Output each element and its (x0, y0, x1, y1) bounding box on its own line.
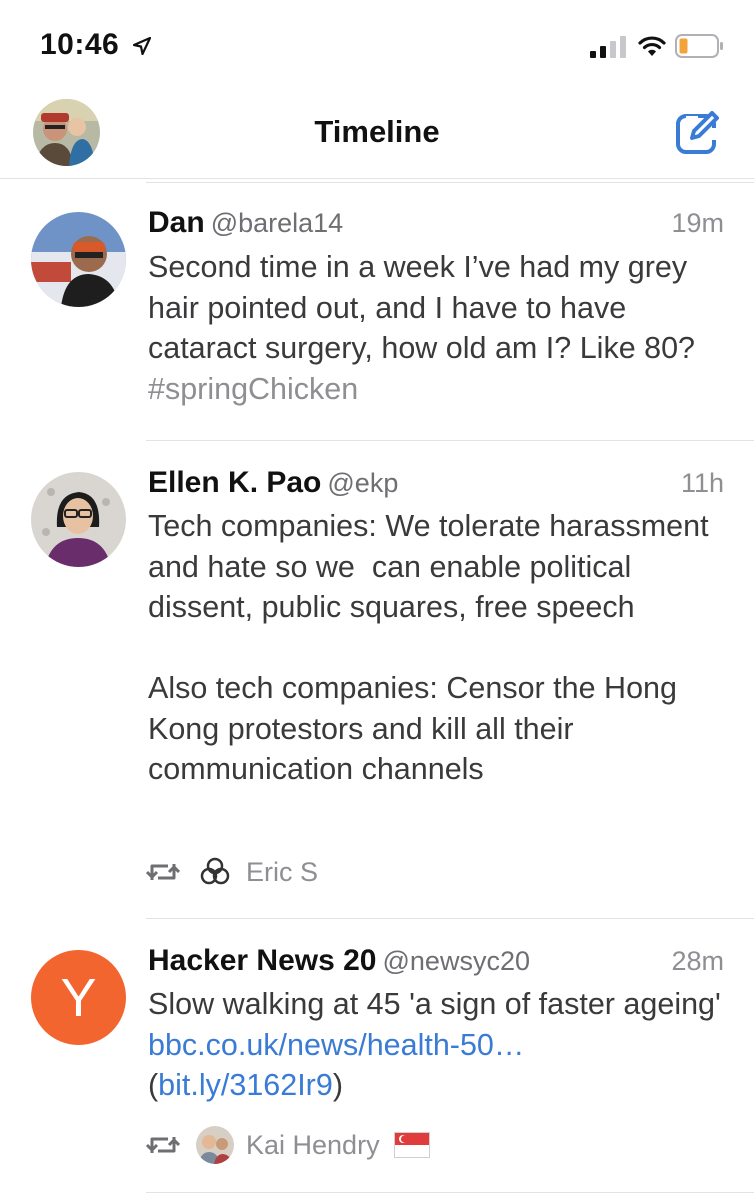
divider (146, 440, 754, 441)
compose-button[interactable] (674, 108, 722, 156)
tweet-time: 19m (671, 208, 724, 238)
author-name[interactable]: Ellen K. Pao (148, 466, 321, 499)
paren-open: ( (148, 1068, 159, 1102)
divider (146, 1192, 754, 1193)
retweet-icon (146, 1137, 180, 1153)
tweet-text: Tech companies: We tolerate harassment a… (148, 509, 709, 786)
location-arrow-icon (133, 37, 151, 55)
tweet-header: Ellen K. Pao @ekp 11h (148, 466, 724, 506)
author-handle[interactable]: @ekp (327, 468, 398, 498)
status-bar: 10:46 (0, 0, 754, 90)
tweet-header: Hacker News 20 @newsyc20 28m (148, 944, 724, 984)
tweet-text-content: Slow walking at 45 'a sign of faster age… (148, 987, 730, 1021)
tweet-header: Dan @barela14 19m (148, 206, 724, 246)
timeline-screen: 10:46 Timeline Dan @barela14 19m Second … (0, 0, 754, 1200)
tweet-time: 11h (680, 468, 724, 498)
battery-icon (675, 34, 723, 58)
author-handle[interactable]: @barela14 (211, 208, 344, 238)
author-name[interactable]: Dan (148, 206, 205, 239)
tweet-time: 28m (671, 946, 724, 976)
tweet-avatar[interactable]: Y (31, 950, 126, 1045)
paren-close: ) (332, 1068, 343, 1102)
tweet-text: Second time in a week I’ve had my grey h… (148, 247, 730, 409)
retweeter-avatar[interactable] (196, 1126, 234, 1164)
tweet-text: Slow walking at 45 'a sign of faster age… (148, 984, 730, 1106)
retweeter-avatar[interactable] (196, 853, 234, 891)
divider (146, 182, 754, 183)
status-time: 10:46 (40, 28, 120, 61)
author-handle[interactable]: @newsyc20 (383, 946, 530, 976)
tweet-avatar[interactable] (31, 212, 126, 307)
cellular-signal-icon (590, 36, 626, 58)
retweet-icon (146, 864, 180, 880)
hashtag-link[interactable]: #springChicken (148, 372, 358, 406)
retweet-row[interactable]: Eric S (146, 852, 318, 892)
retweeter-name[interactable]: Kai Hendry (246, 1130, 380, 1161)
wifi-icon (638, 36, 666, 56)
short-link[interactable]: bit.ly/3162Ir9 (158, 1068, 333, 1102)
page-title: Timeline (314, 114, 440, 149)
retweeter-name[interactable]: Eric S (246, 857, 318, 888)
singapore-flag-icon (393, 1132, 430, 1158)
tweet-avatar[interactable] (31, 472, 126, 567)
retweet-row[interactable]: Kai Hendry (146, 1125, 430, 1165)
divider (146, 918, 754, 919)
tweet-text-content: Second time in a week I’ve had my grey h… (148, 250, 704, 365)
author-name[interactable]: Hacker News 20 (148, 944, 377, 977)
article-link[interactable]: bbc.co.uk/news/health-50… (148, 1028, 524, 1062)
nav-bar: Timeline (0, 90, 754, 179)
hacker-news-logo: Y (60, 967, 97, 1028)
